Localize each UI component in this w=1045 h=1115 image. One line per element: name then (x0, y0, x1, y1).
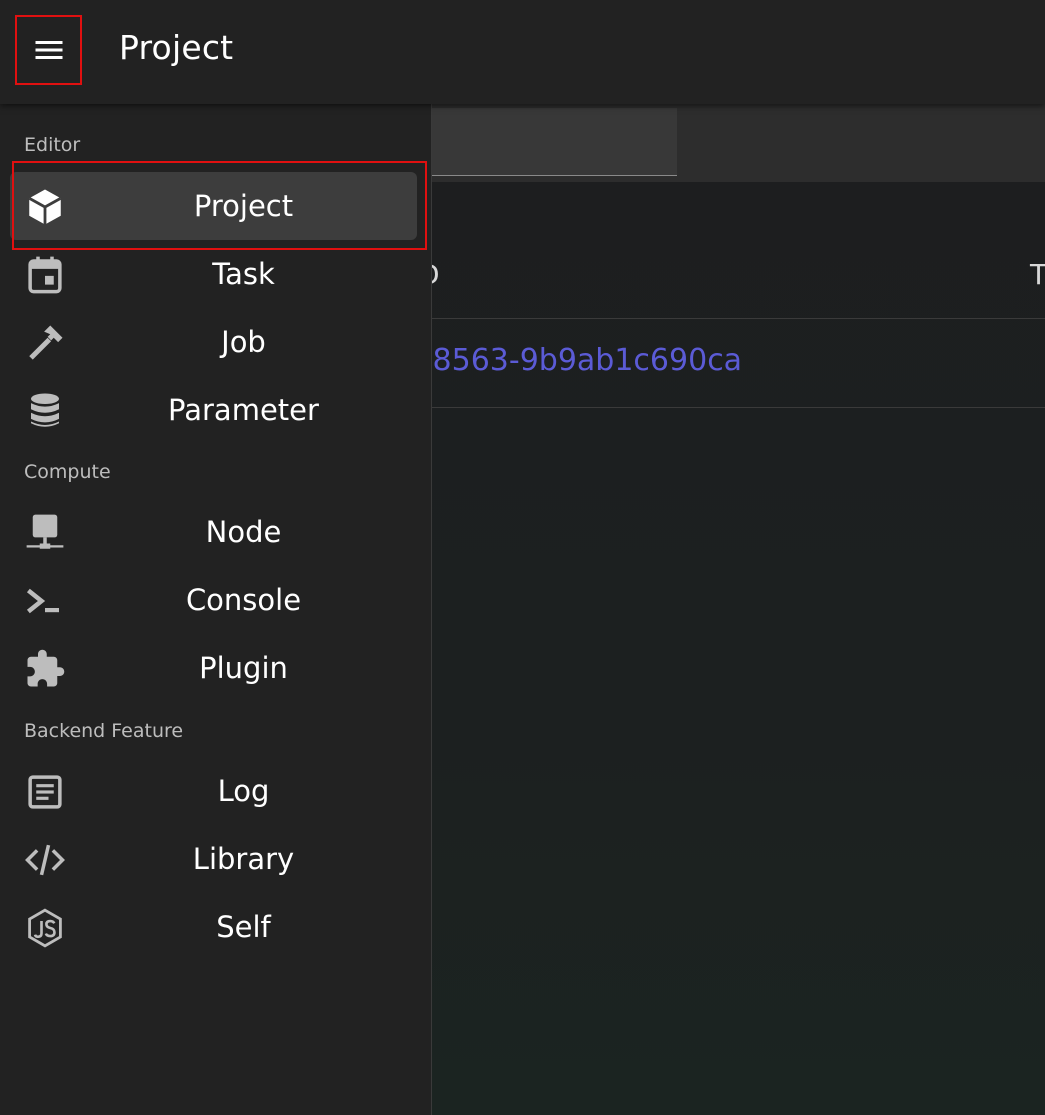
database-icon (24, 390, 66, 432)
nodejs-icon (24, 907, 66, 949)
nav-item-task[interactable]: Task (10, 240, 417, 308)
nav-label: Task (212, 257, 275, 291)
section-label-backend-feature: Backend Feature (24, 720, 184, 742)
nav-item-log[interactable]: Log (10, 757, 417, 825)
menu-button[interactable] (15, 15, 82, 85)
nav-label: Library (192, 842, 295, 876)
menu-icon (35, 41, 62, 59)
section-label-compute: Compute (24, 461, 111, 483)
nav-item-project[interactable]: Project (10, 172, 417, 240)
column-header-next[interactable]: T (1030, 258, 1045, 291)
nav-label: Log (217, 774, 270, 808)
nav-item-self[interactable]: Self (10, 893, 417, 961)
nav-label: Parameter (168, 393, 319, 427)
page-title: Project (119, 28, 234, 67)
navigation-drawer: Editor Project Task Job Parameter Comput… (0, 104, 432, 1115)
app-bar: Project (0, 0, 1045, 104)
nav-label: Job (221, 325, 266, 359)
calendar-icon (24, 254, 66, 296)
server-node-icon (24, 512, 66, 554)
nav-item-console[interactable]: Console (10, 566, 417, 634)
nav-item-parameter[interactable]: Parameter (10, 376, 417, 444)
nav-label: Self (216, 910, 271, 944)
project-id-link[interactable]: )-8563-9b9ab1c690ca (410, 343, 742, 378)
nav-item-job[interactable]: Job (10, 308, 417, 376)
nav-item-library[interactable]: Library (10, 825, 417, 893)
code-icon (24, 839, 66, 881)
nav-label: Node (205, 515, 282, 549)
puzzle-icon (24, 648, 66, 690)
nav-item-plugin[interactable]: Plugin (10, 634, 417, 702)
section-label-editor: Editor (24, 134, 81, 156)
console-icon (24, 580, 66, 622)
log-document-icon (24, 771, 66, 813)
cube-icon (24, 186, 66, 228)
nav-label: Plugin (199, 651, 288, 685)
nav-label: Console (185, 583, 302, 617)
hammer-icon (24, 322, 66, 364)
nav-item-node[interactable]: Node (10, 498, 417, 566)
nav-label: Project (193, 189, 294, 223)
